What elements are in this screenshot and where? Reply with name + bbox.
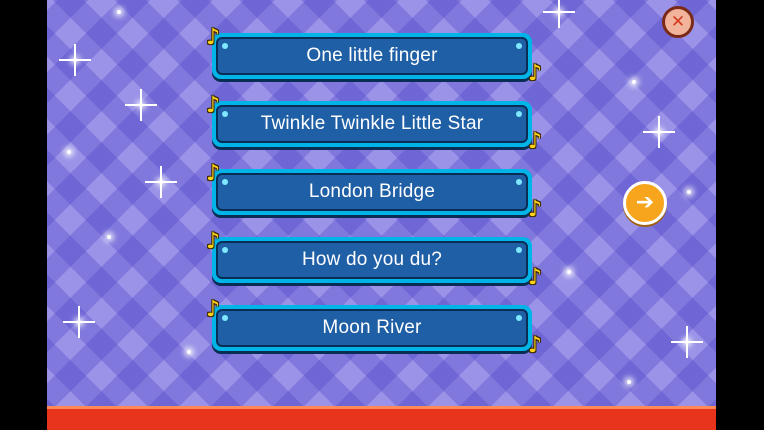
button-highlight-dot xyxy=(222,43,228,49)
song-button-face: London Bridge xyxy=(216,173,528,211)
sparkle xyxy=(145,166,177,198)
bottom-bar xyxy=(47,406,716,430)
sparkle xyxy=(67,150,71,154)
music-note-icon: ♪ xyxy=(527,61,542,86)
sparkle xyxy=(187,350,191,354)
button-highlight-dot xyxy=(516,179,522,185)
sparkle xyxy=(125,89,157,121)
button-highlight-dot xyxy=(516,43,522,49)
music-note-icon: ♪ xyxy=(527,265,542,290)
button-highlight-dot xyxy=(222,315,228,321)
song-label: Twinkle Twinkle Little Star xyxy=(260,113,484,134)
music-note-icon: ♪ xyxy=(206,25,221,50)
music-note-icon: ♪ xyxy=(527,333,542,358)
sparkle xyxy=(543,0,575,28)
sparkle xyxy=(627,380,631,384)
button-highlight-dot xyxy=(516,111,522,117)
music-note-icon: ♪ xyxy=(527,197,542,222)
button-highlight-dot xyxy=(222,247,228,253)
song-button-face: Twinkle Twinkle Little Star xyxy=(216,105,528,143)
song-button-london-bridge[interactable]: London Bridge ♪ ♪ xyxy=(206,163,542,221)
song-select-screen: One little finger ♪ ♪ Twinkle Twinkle Li… xyxy=(47,0,716,430)
sparkle xyxy=(567,270,571,274)
sparkle xyxy=(643,116,675,148)
song-label: Moon River xyxy=(322,317,422,338)
close-icon: ✕ xyxy=(670,11,686,32)
song-button-how-do-you-du[interactable]: How do you du? ♪ ♪ xyxy=(206,231,542,289)
song-button-one-little-finger[interactable]: One little finger ♪ ♪ xyxy=(206,27,542,85)
song-button-twinkle-twinkle-little-star[interactable]: Twinkle Twinkle Little Star ♪ ♪ xyxy=(206,95,542,153)
music-note-icon: ♪ xyxy=(527,129,542,154)
sparkle xyxy=(671,326,703,358)
song-button-moon-river[interactable]: Moon River ♪ ♪ xyxy=(206,299,542,357)
sparkle xyxy=(59,44,91,76)
arrow-right-icon: ➔ xyxy=(635,190,655,215)
sparkle xyxy=(632,80,636,84)
music-note-icon: ♪ xyxy=(206,229,221,254)
close-button[interactable]: ✕ xyxy=(662,6,694,38)
song-button-face: How do you du? xyxy=(216,241,528,279)
sparkle xyxy=(63,306,95,338)
button-highlight-dot xyxy=(516,247,522,253)
sparkle xyxy=(117,10,121,14)
sparkle xyxy=(107,235,111,239)
music-note-icon: ♪ xyxy=(206,161,221,186)
button-highlight-dot xyxy=(222,179,228,185)
song-button-face: Moon River xyxy=(216,309,528,347)
song-label: How do you du? xyxy=(301,249,443,270)
next-button[interactable]: ➔ xyxy=(623,181,667,225)
button-highlight-dot xyxy=(516,315,522,321)
song-label: One little finger xyxy=(306,45,438,66)
song-label: London Bridge xyxy=(308,181,436,202)
music-note-icon: ♪ xyxy=(206,297,221,322)
song-button-face: One little finger xyxy=(216,37,528,75)
sparkle xyxy=(687,190,691,194)
music-note-icon: ♪ xyxy=(206,93,221,118)
button-highlight-dot xyxy=(222,111,228,117)
